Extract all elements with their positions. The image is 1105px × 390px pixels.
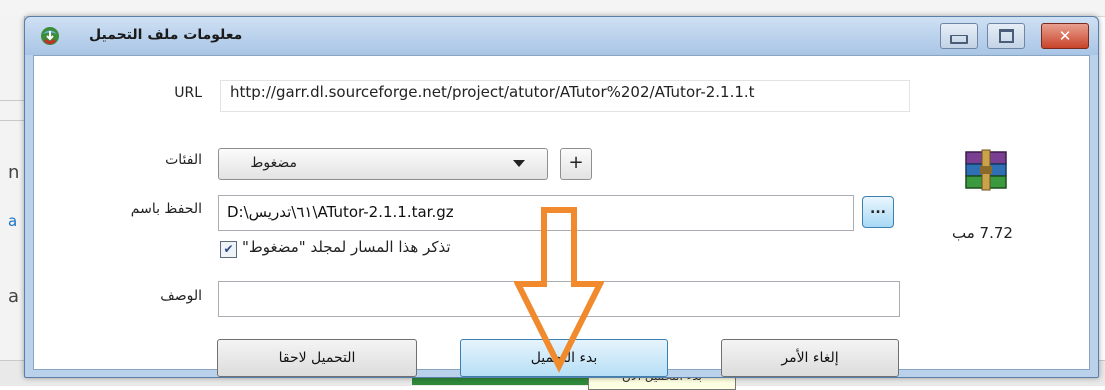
- maximize-button[interactable]: [987, 23, 1025, 49]
- description-label: الوصف: [160, 288, 202, 304]
- url-label: URL: [174, 85, 202, 101]
- browse-button[interactable]: ...: [862, 196, 894, 228]
- url-value: http://garr.dl.sourceforge.net/project/a…: [230, 83, 755, 101]
- download-later-button[interactable]: التحميل لاحقا: [217, 339, 417, 377]
- minimize-icon: [950, 34, 968, 44]
- minimize-button[interactable]: [940, 23, 978, 49]
- close-button[interactable]: ✕: [1041, 23, 1089, 49]
- remember-path-label: تذكر هذا المسار لمجلد "مضغوط": [242, 238, 451, 256]
- background-app-left-panel: n a a: [0, 16, 25, 385]
- category-selected-value: مضغوط: [250, 155, 297, 171]
- checkmark-icon: ✔: [223, 242, 234, 256]
- background-link-text: a: [8, 212, 18, 230]
- background-text: n: [8, 162, 20, 183]
- category-label: الفئات: [165, 152, 202, 168]
- cancel-button[interactable]: إلغاء الأمر: [721, 339, 899, 377]
- background-app-toolbar: [0, 0, 1105, 17]
- background-divider: [0, 100, 24, 101]
- dialog-titlebar[interactable]: معلومات ملف التحميل ✕: [25, 17, 1098, 55]
- add-category-button[interactable]: +: [560, 148, 592, 180]
- category-select[interactable]: مضغوط: [218, 148, 548, 180]
- orange-arrow-annotation: [514, 207, 604, 373]
- dialog-title: معلومات ملف التحميل: [89, 27, 243, 43]
- background-divider: [0, 120, 24, 121]
- save-as-label: الحفظ باسم: [130, 201, 202, 217]
- dialog-content: URL http://garr.dl.sourceforge.net/proje…: [33, 55, 1090, 377]
- remember-path-checkbox[interactable]: ✔: [220, 241, 237, 258]
- file-size: 7.72 مب: [952, 224, 1013, 242]
- background-text: a: [8, 286, 20, 307]
- close-icon: ✕: [1058, 27, 1072, 45]
- winrar-archive-icon: [965, 149, 1007, 191]
- dropdown-arrow-icon: [513, 160, 525, 167]
- internet-download-manager-icon: [41, 27, 59, 45]
- maximize-icon: [998, 29, 1014, 43]
- download-file-info-dialog: معلومات ملف التحميل ✕ URL http://garr.dl…: [24, 16, 1099, 378]
- save-as-value: D:\٦١\تدريس\ATutor-2.1.1.tar.gz: [227, 203, 454, 221]
